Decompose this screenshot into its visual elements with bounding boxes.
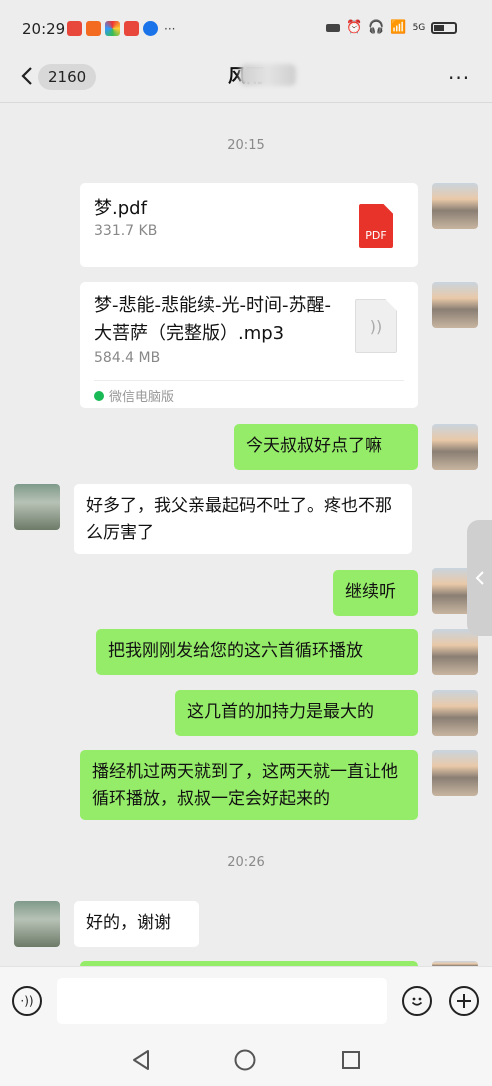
file-message-pdf[interactable]: 梦.pdf 331.7 KB PDF [80,183,418,267]
message-bubble-self[interactable]: 播经机过两天就到了，这两天就一直让他循环播放，叔叔一定会好起来的 [80,750,418,820]
file-message-mp3[interactable]: 梦-悲能-悲能续-光-时间-苏醒-大菩萨（完整版）.mp3 584.4 MB )… [80,282,418,408]
app-notification-icon [86,21,101,36]
timestamp: 20:15 [227,138,265,153]
more-notifications-icon: ··· [164,21,176,36]
battery-icon [431,21,458,34]
pdf-icon: PDF [359,204,393,248]
self-avatar[interactable] [432,183,478,229]
nav-back-icon[interactable] [130,1048,152,1072]
self-avatar[interactable] [432,629,478,675]
alarm-icon: ⏰ [346,20,363,35]
source-label: 微信电脑版 [94,386,174,405]
message-input[interactable] [57,978,387,1024]
nav-recent-apps-icon[interactable] [340,1049,362,1071]
file-name: 梦-悲能-悲能续-光-时间-苏醒-大菩萨（完整版）.mp3 [94,295,331,344]
chat-header: 2160 风雨 ··· [0,52,492,103]
self-avatar[interactable] [432,750,478,796]
network-type-icon: 5G [412,22,426,33]
wechat-pc-icon [94,390,104,401]
voice-input-button[interactable]: ·)) [12,986,42,1016]
system-nav-bar [0,1038,492,1086]
side-drawer-handle[interactable] [467,520,492,636]
battery-saver-icon [326,23,340,32]
edge-app-icon [143,21,158,36]
file-name: 梦.pdf [94,198,147,219]
message-bubble-other[interactable]: 好的，谢谢 [74,901,199,947]
browser-app-icon [105,21,120,36]
status-time: 20:29 [22,20,66,38]
chevron-left-icon [475,571,484,585]
source-text: 微信电脑版 [109,390,175,405]
timestamp: 20:26 [227,855,265,870]
self-avatar[interactable] [432,424,478,470]
audio-file-icon: )) [355,299,397,353]
camera-app-icon [124,21,139,36]
nav-home-icon[interactable] [233,1048,257,1072]
message-bubble-self[interactable]: 今天叔叔好点了嘛 [234,424,418,470]
emoji-button[interactable] [402,986,432,1016]
more-options-button[interactable]: ··· [448,66,470,90]
message-bubble-self[interactable]: 这几首的加持力是最大的 [175,690,418,736]
message-bubble-other[interactable]: 好多了，我父亲最起码不吐了。疼也不那么厉害了 [74,484,412,554]
file-size: 331.7 KB [94,223,158,239]
voice-icon: ·)) [20,994,34,1008]
contact-avatar[interactable] [14,484,60,530]
more-functions-button[interactable] [449,986,479,1016]
self-avatar[interactable] [432,690,478,736]
redacted-name [240,64,296,86]
headphone-icon: 🎧 [368,20,385,35]
contact-avatar[interactable] [14,901,60,947]
plus-icon [457,994,471,1008]
self-avatar[interactable] [432,282,478,328]
wifi-icon: 📶 [390,20,407,35]
input-bar: ·)) [0,966,492,1039]
notification-icons: ··· [67,21,175,36]
card-divider [94,380,404,381]
message-bubble-self[interactable]: 继续听 [333,570,418,616]
emoji-icon [411,997,423,1006]
system-status-icons: ⏰ 🎧 📶 5G [326,20,458,35]
shop-app-icon [67,21,82,36]
message-bubble-self[interactable]: 把我刚刚发给您的这六首循环播放 [96,629,418,675]
